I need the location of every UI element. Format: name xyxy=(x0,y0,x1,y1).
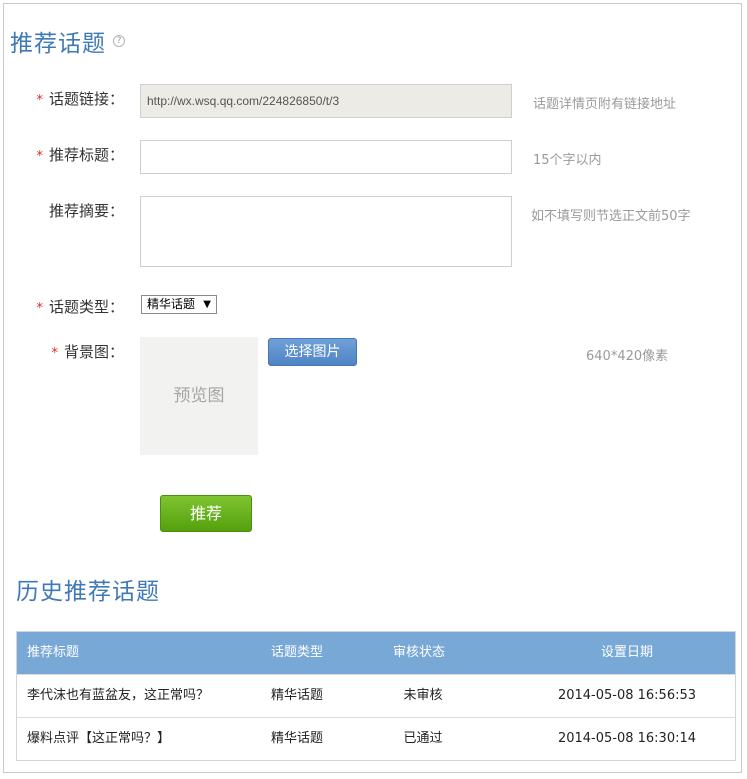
link-label: * 话题链接： xyxy=(36,90,124,108)
topic-link-input[interactable] xyxy=(140,84,512,118)
row-title: 爆料点评【这正常吗？】 xyxy=(27,731,171,746)
row-status: 未审核 xyxy=(403,688,443,703)
type-label: * 话题类型： xyxy=(36,298,124,316)
link-hint: 话题详情页附有链接地址 xyxy=(533,97,677,112)
table-row[interactable]: 李代沫也有蓝盆友，这正常吗？ 精华话题 未审核 2014-05-08 16:56… xyxy=(17,674,735,717)
required-mark: * xyxy=(51,346,58,361)
summary-hint: 如不填写则节选正文前50字 xyxy=(531,209,691,224)
topic-type-select[interactable]: 精华话题 ▼ xyxy=(141,295,217,314)
row-type: 精华话题 xyxy=(271,688,324,703)
row-status: 已通过 xyxy=(403,731,443,746)
title-label: * 推荐标题： xyxy=(36,146,124,164)
title-hint: 15个字以内 xyxy=(533,153,602,168)
history-table: 推荐标题 话题类型 审核状态 设置日期 李代沫也有蓝盆友，这正常吗？ 精华话题 … xyxy=(16,631,736,761)
recommend-title-input[interactable] xyxy=(140,140,512,174)
dropdown-arrow-icon: ▼ xyxy=(203,299,211,310)
summary-label: 推荐摘要： xyxy=(48,202,124,220)
row-title: 李代沫也有蓝盆友，这正常吗？ xyxy=(27,688,210,703)
row-date: 2014-05-08 16:30:14 xyxy=(557,731,697,746)
required-mark: * xyxy=(36,149,43,164)
column-header: 设置日期 xyxy=(600,645,653,660)
recommend-topic-panel: 推荐话题 ? *话题链接： 话题详情页附有链接地址 *推荐标题： 15个字以内 … xyxy=(3,3,742,773)
background-label: * 背景图： xyxy=(51,343,124,361)
topic-type-selected: 精华话题 xyxy=(147,297,196,311)
column-header: 推荐标题 xyxy=(27,645,80,660)
column-header: 审核状态 xyxy=(392,645,445,660)
background-preview: 预览图 xyxy=(140,337,258,455)
history-title: 历史推荐话题 xyxy=(16,579,160,605)
required-mark: * xyxy=(36,93,43,108)
column-header: 话题类型 xyxy=(271,645,324,660)
row-date: 2014-05-08 16:56:53 xyxy=(557,688,697,703)
page-title: 推荐话题 xyxy=(10,31,106,57)
table-row[interactable]: 爆料点评【这正常吗？】 精华话题 已通过 2014-05-08 16:30:14 xyxy=(17,717,735,760)
choose-image-button[interactable]: 选择图片 xyxy=(268,338,357,366)
table-header: 推荐标题 话题类型 审核状态 设置日期 xyxy=(17,632,735,674)
help-icon[interactable]: ? xyxy=(113,35,125,47)
required-mark: * xyxy=(36,301,43,316)
background-hint: 640*420像素 xyxy=(586,349,669,364)
recommend-submit-button[interactable]: 推荐 xyxy=(160,495,252,532)
recommend-summary-textarea[interactable] xyxy=(140,196,512,267)
row-type: 精华话题 xyxy=(271,731,324,746)
